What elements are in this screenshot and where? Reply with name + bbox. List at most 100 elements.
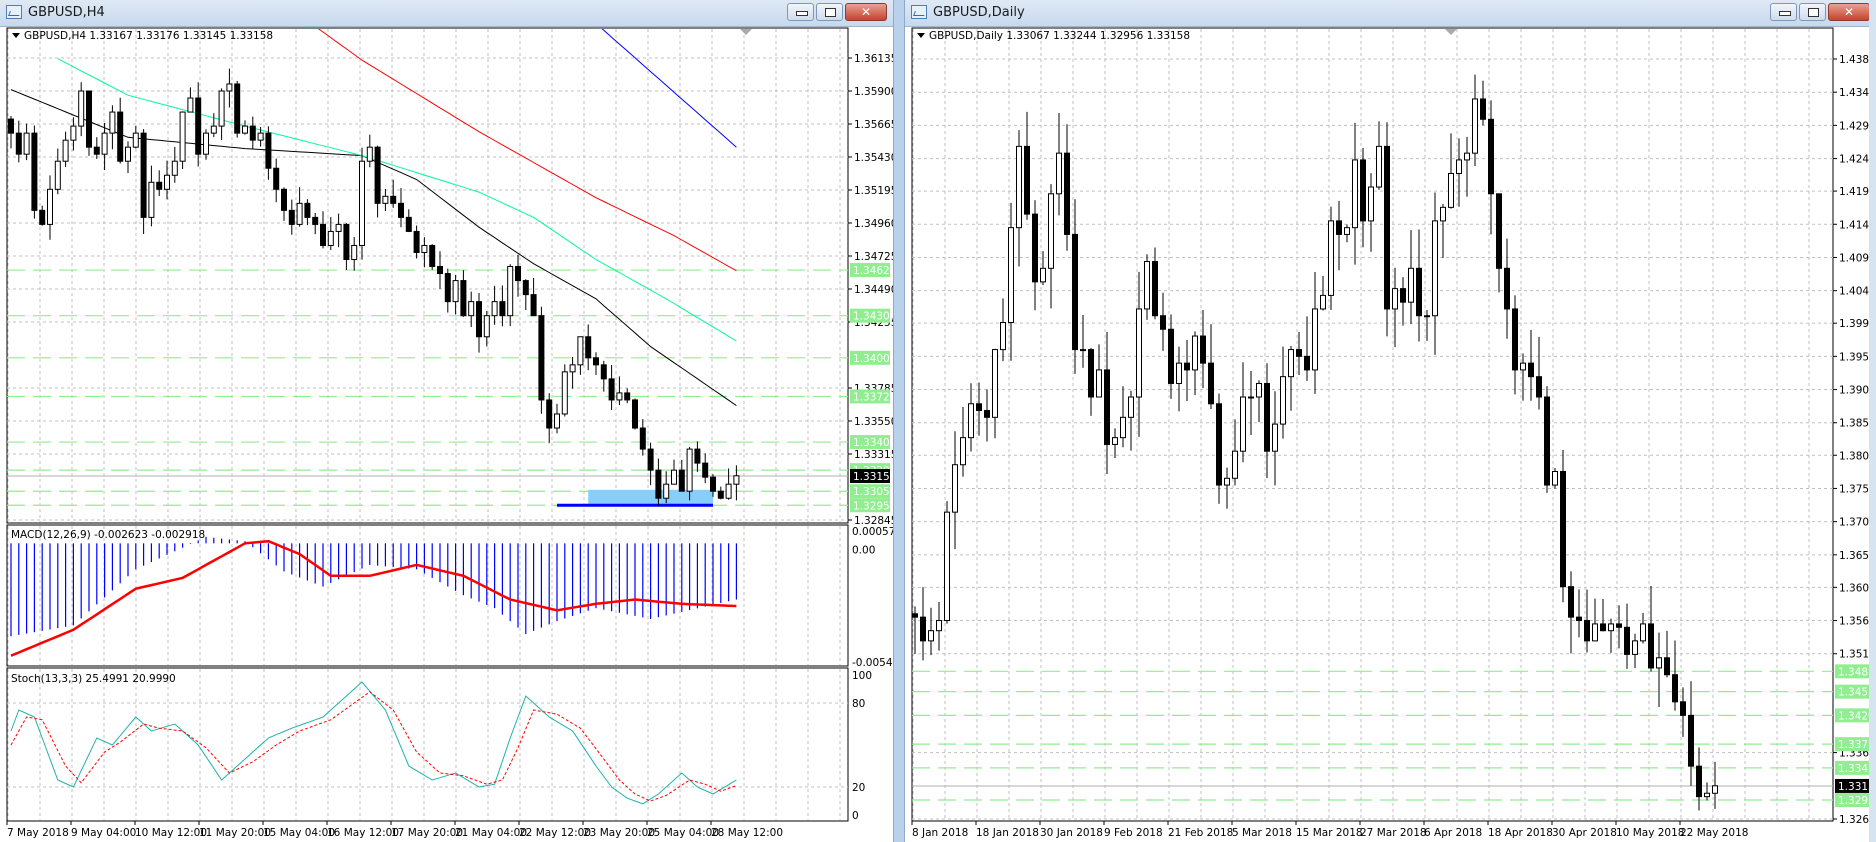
date-axis-label: 22 May 2018 bbox=[1680, 827, 1748, 839]
bull-candle-body bbox=[1408, 267, 1414, 303]
macd-axis-label: -0.005445 bbox=[852, 657, 893, 669]
bear-candle-body bbox=[1496, 193, 1502, 269]
bull-candle-body bbox=[1120, 416, 1126, 439]
bull-candle-body bbox=[203, 132, 209, 155]
bull-candle-body bbox=[928, 630, 934, 642]
bull-candle-body bbox=[1128, 396, 1134, 418]
bull-candle-body bbox=[1248, 396, 1254, 399]
bull-candle-body bbox=[1000, 321, 1006, 351]
bear-candle-body bbox=[195, 97, 202, 155]
date-axis-label: 7 May 2018 bbox=[7, 827, 69, 839]
date-axis-label: 16 May 12:00 bbox=[327, 827, 399, 839]
bear-candle-body bbox=[1544, 396, 1550, 486]
bear-candle-body bbox=[515, 266, 521, 282]
bear-candle-body bbox=[702, 462, 709, 478]
h4-chart-canvas[interactable]: 1.36135 1.35900 1.35665 1.35430 1.35195 1.349… bbox=[0, 0, 893, 842]
date-axis-label: 27 Mar 2018 bbox=[1360, 827, 1427, 839]
bull-candle-body bbox=[1608, 623, 1614, 632]
bull-candle-body bbox=[1240, 396, 1246, 452]
stochastic-axis-label: 20 bbox=[852, 782, 865, 794]
bull-candle-body bbox=[296, 202, 303, 225]
bull-candle-body bbox=[569, 364, 576, 373]
bull-candle-body bbox=[327, 230, 334, 246]
bear-candle-body bbox=[678, 469, 685, 492]
bear-candle-body bbox=[1504, 267, 1510, 310]
bull-candle-body bbox=[1552, 471, 1558, 486]
level-price-label: 1.34000 bbox=[853, 353, 893, 365]
candle bbox=[429, 244, 436, 270]
bear-candle-body bbox=[694, 448, 701, 464]
bull-candle-body bbox=[1464, 152, 1470, 161]
candle bbox=[538, 306, 545, 414]
bull-candle-body bbox=[1448, 172, 1454, 208]
macd-pane bbox=[6, 524, 849, 667]
h4-chart-window[interactable]: GBPUSD,H4 ✕ 1.361351.359001.356651.35430… bbox=[0, 0, 893, 842]
bear-candle-body bbox=[1616, 623, 1622, 628]
bear-candle-body bbox=[1384, 145, 1390, 310]
bull-candle-body bbox=[242, 125, 248, 134]
bull-candle-body bbox=[132, 132, 139, 148]
chart-header-ohlc: GBPUSD,Daily 1.33067 1.33244 1.32956 1.3… bbox=[929, 30, 1190, 42]
bull-candle-body bbox=[452, 280, 459, 303]
bear-candle-body bbox=[1184, 362, 1190, 371]
bull-candle-body bbox=[1424, 315, 1430, 318]
main-chart-pane bbox=[6, 27, 849, 524]
bull-candle-body bbox=[366, 146, 373, 162]
bear-candle-body bbox=[1584, 620, 1590, 642]
bear-candle-body bbox=[31, 132, 38, 211]
bull-candle-body bbox=[1440, 206, 1446, 222]
stochastic-axis-label: 100 bbox=[852, 670, 872, 682]
bull-candle-body bbox=[671, 469, 677, 485]
macd-label: MACD(12,26,9) -0.002623 -0.002918 bbox=[11, 529, 205, 541]
price-axis-label: 1.34725 bbox=[854, 251, 893, 263]
bear-candle-body bbox=[1536, 376, 1542, 398]
bull-candle-body bbox=[1368, 186, 1374, 222]
daily-chart-canvas[interactable]: 1.438901.434001.429101.424201.419401.414… bbox=[905, 0, 1876, 842]
bull-candle-body bbox=[164, 174, 170, 190]
date-axis-label: 6 Apr 2018 bbox=[1424, 827, 1482, 839]
bull-candle-body bbox=[1656, 657, 1662, 669]
bear-candle-body bbox=[413, 230, 420, 253]
bull-candle-body bbox=[1432, 220, 1438, 317]
bull-candle-body bbox=[179, 111, 186, 162]
bear-candle-body bbox=[1336, 220, 1342, 235]
bull-candle-body bbox=[561, 371, 568, 415]
bear-candle-body bbox=[1216, 403, 1222, 486]
bear-candle-body bbox=[632, 399, 638, 429]
bull-candle-body bbox=[663, 483, 670, 499]
bull-candle-body bbox=[1376, 145, 1382, 188]
date-axis-label: 23 May 20:00 bbox=[583, 827, 655, 839]
bear-candle-body bbox=[405, 216, 412, 232]
bear-candle-body bbox=[320, 223, 326, 246]
bear-candle-body bbox=[717, 490, 724, 499]
bear-candle-body bbox=[1624, 626, 1630, 655]
bull-candle-body bbox=[218, 90, 225, 127]
date-axis-label: 30 Jan 2018 bbox=[1040, 827, 1103, 839]
date-axis-label: 9 May 04:00 bbox=[71, 827, 136, 839]
bear-candle-body bbox=[593, 357, 599, 366]
bull-candle-body bbox=[733, 475, 740, 485]
bear-candle-body bbox=[647, 448, 654, 471]
date-axis-label: 25 May 04:00 bbox=[647, 827, 719, 839]
bear-candle-body bbox=[530, 294, 537, 317]
bull-candle-body bbox=[1472, 98, 1478, 154]
bear-candle-body bbox=[1400, 288, 1406, 303]
date-axis-label: 8 Jan 2018 bbox=[912, 827, 968, 839]
bull-candle-body bbox=[47, 188, 53, 225]
bear-candle-body bbox=[1672, 674, 1678, 703]
daily-chart-window[interactable]: GBPUSD,Daily ✕ 1.438901.434001.429101.42… bbox=[905, 0, 1876, 842]
level-price-label: 1.33725 bbox=[853, 391, 893, 403]
date-axis-label: 28 May 12:00 bbox=[711, 827, 783, 839]
bear-candle-body bbox=[1032, 213, 1038, 283]
bull-candle-body bbox=[616, 392, 623, 401]
bear-candle-body bbox=[1688, 714, 1694, 767]
bull-candle-body bbox=[577, 336, 584, 366]
daily-chart-pane bbox=[911, 27, 1834, 822]
bull-candle-body bbox=[491, 301, 498, 317]
level-price-label: 1.33050 bbox=[853, 486, 893, 498]
bull-candle-body bbox=[226, 83, 233, 92]
bull-candle-body bbox=[1040, 267, 1046, 283]
bear-candle-body bbox=[600, 364, 607, 380]
bear-candle-body bbox=[249, 125, 256, 141]
bull-candle-body bbox=[1520, 362, 1526, 371]
